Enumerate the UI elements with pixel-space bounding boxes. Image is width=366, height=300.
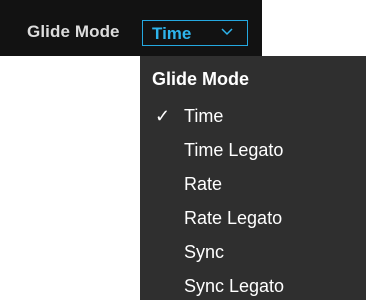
- menu-item-label: Rate Legato: [184, 208, 283, 228]
- menu-header: Glide Mode: [152, 69, 250, 89]
- glide-mode-dropdown[interactable]: Time: [142, 20, 248, 46]
- check-icon: ✓: [155, 106, 171, 126]
- menu-item-rate-legato[interactable]: Rate Legato: [140, 202, 366, 236]
- glide-mode-label: Glide Mode: [27, 22, 120, 41]
- glide-mode-menu: Glide Mode ✓ Time Time Legato Rate Rate …: [140, 56, 366, 300]
- menu-item-label: Rate: [184, 174, 223, 194]
- menu-item-time[interactable]: ✓ Time: [140, 100, 366, 134]
- menu-item-sync[interactable]: Sync: [140, 236, 366, 270]
- menu-item-time-legato[interactable]: Time Legato: [140, 134, 366, 168]
- chevron-down-icon: [221, 28, 233, 36]
- menu-item-label: Time: [184, 106, 224, 126]
- menu-item-label: Sync: [184, 242, 225, 262]
- menu-item-rate[interactable]: Rate: [140, 168, 366, 202]
- toolbar: Glide Mode Time: [0, 0, 262, 56]
- menu-item-sync-legato[interactable]: Sync Legato: [140, 270, 366, 300]
- dropdown-selected-value: Time: [152, 24, 192, 43]
- menu-item-label: Time Legato: [184, 140, 284, 160]
- menu-item-label: Sync Legato: [184, 276, 285, 296]
